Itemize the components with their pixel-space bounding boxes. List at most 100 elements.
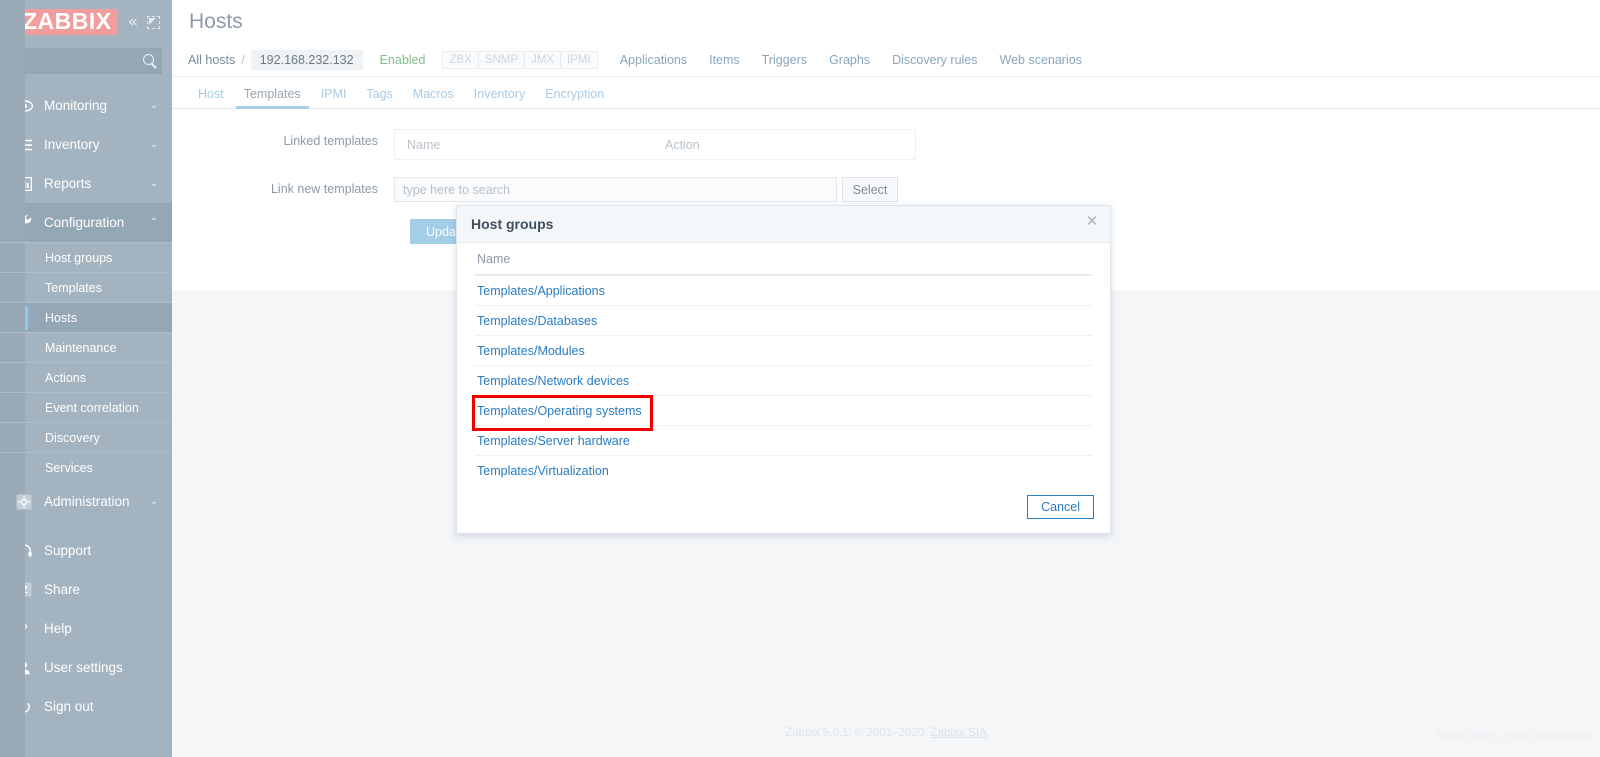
chevron-down-icon: ⌄ — [149, 100, 158, 111]
nav-link-triggers[interactable]: Triggers — [762, 53, 807, 67]
host-group-link[interactable]: Templates/Operating systems — [477, 404, 642, 418]
footer-link[interactable]: Zabbix SIA — [931, 727, 987, 739]
host-group-link[interactable]: Templates/Applications — [477, 284, 605, 298]
hide-sidebar-icon[interactable] — [147, 15, 161, 29]
sidebar-header: ZABBIX « — [0, 0, 172, 44]
sidebar-subitem-actions[interactable]: Actions — [0, 362, 172, 392]
linked-templates-col-action: Action — [665, 137, 700, 152]
host-group-link[interactable]: Templates/Server hardware — [477, 434, 630, 448]
sidebar-subitem-label: Actions — [45, 370, 86, 385]
linked-templates-table: Name Action — [394, 129, 916, 160]
sidebar-item-share[interactable]: Z Share — [0, 570, 172, 609]
sidebar-item-support[interactable]: Support — [0, 531, 172, 570]
sidebar-search-wrap — [0, 44, 172, 74]
watermark: https://blog.csdn.net/Insistw — [1436, 729, 1590, 743]
sidebar-subitem-hosts[interactable]: Hosts — [0, 302, 172, 332]
link-new-templates-input[interactable] — [394, 177, 837, 202]
sidebar-controls: « — [128, 13, 161, 31]
tab-inventory[interactable]: Inventory — [464, 87, 535, 108]
nav-link-discovery-rules[interactable]: Discovery rules — [892, 53, 977, 67]
sidebar-item-configuration[interactable]: Configuration ⌃ — [0, 203, 172, 242]
table-row[interactable]: Templates/Modules — [475, 336, 1092, 366]
interface-badge-snmp[interactable]: SNMP — [477, 51, 525, 69]
nav-link-applications[interactable]: Applications — [620, 53, 687, 67]
collapse-sidebar-icon[interactable]: « — [128, 13, 138, 31]
tab-host[interactable]: Host — [188, 87, 234, 108]
sidebar-item-sign-out[interactable]: Sign out — [0, 687, 172, 726]
interface-badge-jmx[interactable]: JMX — [524, 51, 561, 69]
search-icon — [143, 54, 154, 65]
sidebar-subitem-label: Templates — [45, 280, 102, 295]
sidebar-subitem-label: Discovery — [45, 430, 100, 445]
tab-macros[interactable]: Macros — [403, 87, 464, 108]
sidebar-subitem-services[interactable]: Services — [0, 452, 172, 482]
host-group-link[interactable]: Templates/Network devices — [477, 374, 629, 388]
sidebar-item-label: Monitoring — [44, 98, 108, 113]
breadcrumb-host[interactable]: 192.168.232.132 — [250, 50, 363, 70]
footer-text: Zabbix 5.0.1. © 2001–2020, — [785, 727, 931, 739]
nav-link-items[interactable]: Items — [709, 53, 740, 67]
sidebar-item-label: User settings — [44, 660, 123, 675]
tab-bar: Host Templates IPMI Tags Macros Inventor… — [172, 77, 1600, 109]
sidebar-item-label: Inventory — [44, 137, 100, 152]
sidebar-item-label: Configuration — [44, 215, 125, 230]
table-row[interactable]: Templates/Applications — [475, 276, 1092, 306]
sidebar-item-administration[interactable]: Administration ⌄ — [0, 482, 172, 521]
sidebar-subitem-host-groups[interactable]: Host groups — [0, 242, 172, 272]
search-box[interactable] — [10, 48, 162, 74]
tab-encryption[interactable]: Encryption — [535, 87, 614, 108]
sidebar-subitem-maintenance[interactable]: Maintenance — [0, 332, 172, 362]
host-status-badge[interactable]: Enabled — [380, 53, 426, 67]
sidebar-subitem-label: Event correlation — [45, 400, 139, 415]
sidebar-subitem-event-correlation[interactable]: Event correlation — [0, 392, 172, 422]
link-new-templates-row: Link new templates Select — [172, 177, 1600, 202]
sidebar-item-reports[interactable]: Reports ⌄ — [0, 164, 172, 203]
host-group-link[interactable]: Templates/Virtualization — [477, 464, 609, 478]
link-new-templates-label: Link new templates — [270, 182, 378, 196]
sidebar-subitem-discovery[interactable]: Discovery — [0, 422, 172, 452]
modal-header: Host groups ✕ — [457, 206, 1110, 243]
linked-templates-label: Linked templates — [283, 134, 378, 148]
configuration-submenu: Host groups Templates Hosts Maintenance … — [0, 0, 172, 757]
table-row[interactable]: Templates/Network devices — [475, 366, 1092, 396]
nav-link-web-scenarios[interactable]: Web scenarios — [1000, 53, 1082, 67]
sidebar-item-label: Sign out — [44, 699, 94, 714]
host-groups-modal: Host groups ✕ Name Templates/Application… — [456, 205, 1111, 534]
sidebar-item-help[interactable]: ? Help — [0, 609, 172, 648]
sidebar-item-user-settings[interactable]: User settings — [0, 648, 172, 687]
close-icon[interactable]: ✕ — [1084, 213, 1100, 229]
sidebar-item-inventory[interactable]: Inventory ⌄ — [0, 125, 172, 164]
breadcrumb-separator: / — [241, 53, 245, 67]
host-group-link[interactable]: Templates/Modules — [477, 344, 585, 358]
table-row[interactable]: Templates/Databases — [475, 306, 1092, 336]
table-row[interactable]: Templates/Server hardware — [475, 426, 1092, 456]
breadcrumb-all-hosts[interactable]: All hosts — [188, 53, 235, 67]
sidebar-item-label: Administration — [44, 494, 130, 509]
table-row[interactable]: Templates/Virtualization — [475, 456, 1092, 486]
interface-badge-zbx[interactable]: ZBX — [442, 51, 478, 69]
zabbix-logo[interactable]: ZABBIX — [18, 9, 117, 35]
sidebar-item-label: Share — [44, 582, 81, 597]
sidebar: ZABBIX « Monitoring ⌄ Inventory ⌄ Report… — [0, 0, 172, 757]
sidebar-item-monitoring[interactable]: Monitoring ⌄ — [0, 86, 172, 125]
tab-templates[interactable]: Templates — [234, 87, 311, 109]
page-title: Hosts — [189, 10, 243, 33]
footer: Zabbix 5.0.1. © 2001–2020, Zabbix SIA — [172, 727, 1600, 739]
interface-badge-ipmi[interactable]: IPMI — [560, 51, 598, 69]
cancel-button[interactable]: Cancel — [1027, 495, 1094, 519]
tab-ipmi[interactable]: IPMI — [311, 87, 357, 108]
nav-link-graphs[interactable]: Graphs — [829, 53, 870, 67]
page-header: Hosts — [172, 0, 1600, 44]
modal-footer: Cancel — [1027, 495, 1094, 519]
sidebar-subitem-label: Maintenance — [45, 340, 117, 355]
table-row-highlighted[interactable]: Templates/Operating systems — [472, 395, 1092, 431]
search-input[interactable] — [11, 49, 161, 73]
breadcrumb: All hosts / 192.168.232.132 Enabled ZBX … — [172, 44, 1600, 77]
sidebar-subitem-label: Host groups — [45, 250, 113, 265]
tab-tags[interactable]: Tags — [356, 87, 402, 108]
sidebar-subitem-templates[interactable]: Templates — [0, 272, 172, 302]
select-button[interactable]: Select — [842, 177, 898, 202]
modal-title: Host groups — [471, 216, 554, 232]
host-group-link[interactable]: Templates/Databases — [477, 314, 597, 328]
sidebar-subitem-label: Services — [45, 460, 93, 475]
